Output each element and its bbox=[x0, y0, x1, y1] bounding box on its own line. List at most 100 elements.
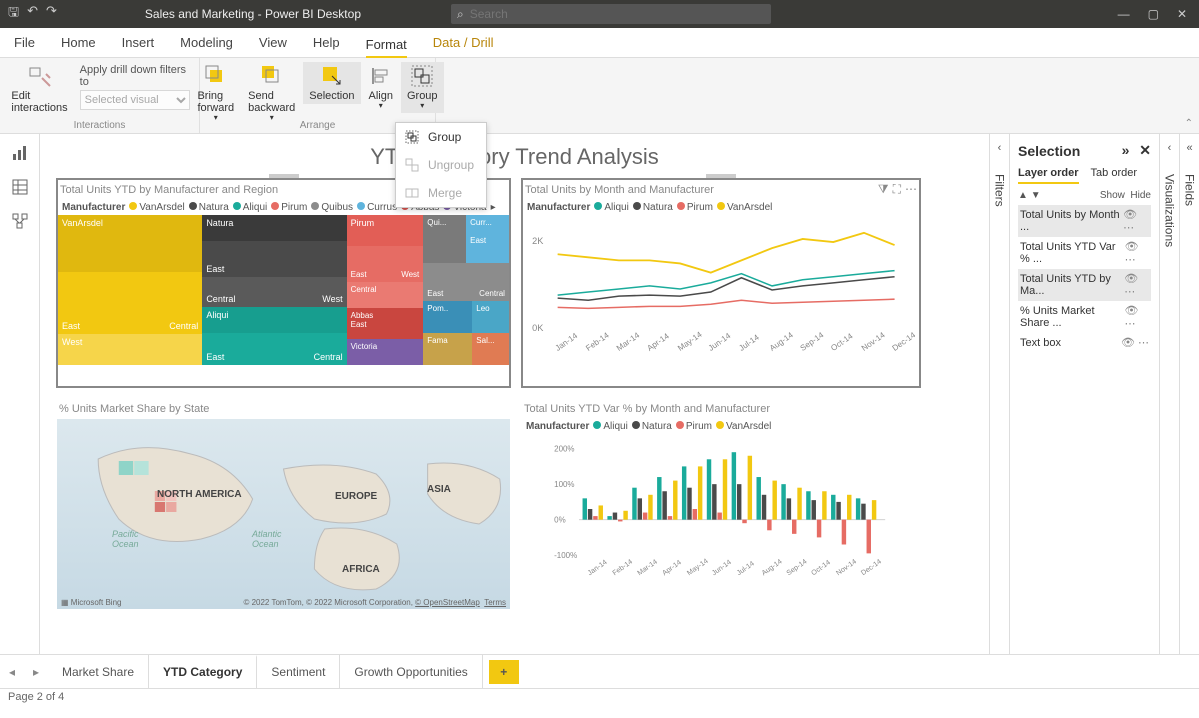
line-legend: Manufacturer Aliqui Natura Pirum VanArsd… bbox=[523, 200, 919, 215]
report-canvas[interactable]: YTD Category Trend Analysis Total Units … bbox=[40, 134, 989, 654]
svg-text:0K: 0K bbox=[532, 323, 544, 333]
menu-file[interactable]: File bbox=[14, 31, 35, 54]
svg-text:Feb-14: Feb-14 bbox=[611, 558, 634, 577]
selection-item[interactable]: Total Units YTD Var % ...👁 ⋯ bbox=[1018, 237, 1151, 269]
drag-handle[interactable] bbox=[269, 174, 299, 178]
undo-icon[interactable]: ↶ bbox=[27, 3, 38, 25]
save-icon[interactable]: 🖫 bbox=[8, 3, 19, 25]
svg-text:Jan-14: Jan-14 bbox=[586, 558, 608, 577]
send-backward-button[interactable]: Send backward▾ bbox=[242, 62, 301, 125]
more-icon[interactable]: ⋯ bbox=[905, 182, 917, 197]
svg-text:Mar-14: Mar-14 bbox=[636, 558, 659, 577]
expand-icon[interactable]: « bbox=[1186, 142, 1192, 154]
menu-help[interactable]: Help bbox=[313, 31, 340, 54]
selection-item[interactable]: % Units Market Share ...👁 ⋯ bbox=[1018, 301, 1151, 333]
align-icon bbox=[369, 64, 393, 88]
fields-rail[interactable]: « Fields bbox=[1179, 134, 1199, 654]
svg-text:-100%: -100% bbox=[554, 551, 577, 560]
group-dropdown: Group Ungroup Merge bbox=[395, 122, 487, 208]
titlebar: 🖫 ↶ ↷ Sales and Marketing - Power BI Des… bbox=[0, 0, 1199, 28]
viz-linechart[interactable]: ⧩ ⛶ ⋯ Total Units by Month and Manufactu… bbox=[521, 178, 921, 388]
svg-text:200%: 200% bbox=[554, 444, 574, 453]
selection-item[interactable]: Total Units YTD by Ma...👁 ⋯ bbox=[1018, 269, 1151, 301]
close-icon[interactable]: ✕ bbox=[1177, 7, 1187, 21]
align-button[interactable]: Align▾ bbox=[363, 62, 399, 113]
dropdown-group[interactable]: Group bbox=[396, 123, 486, 151]
report-view-icon[interactable] bbox=[11, 144, 29, 162]
menu-home[interactable]: Home bbox=[61, 31, 96, 54]
selection-item[interactable]: Total Units by Month ...👁 ⋯ bbox=[1018, 205, 1151, 237]
group-icon bbox=[410, 64, 434, 88]
data-view-icon[interactable] bbox=[11, 178, 29, 196]
move-down-icon[interactable]: ▼ bbox=[1031, 190, 1041, 201]
menu-insert[interactable]: Insert bbox=[122, 31, 155, 54]
svg-text:Jul-14: Jul-14 bbox=[737, 333, 761, 353]
visibility-icon: 👁 bbox=[1123, 209, 1137, 221]
filter-icon[interactable]: ⧩ bbox=[878, 182, 889, 197]
search-box[interactable]: ⌕ bbox=[451, 4, 771, 24]
ungroup-menu-icon bbox=[404, 157, 420, 173]
move-up-icon[interactable]: ▲ bbox=[1018, 190, 1028, 201]
map-body[interactable]: NORTH AMERICA EUROPE ASIA AFRICA Pacific… bbox=[57, 419, 510, 609]
drag-handle[interactable] bbox=[706, 174, 736, 178]
treemap-body[interactable]: VanArsdel EastCentral West Natura East C… bbox=[58, 215, 509, 365]
viz-treemap[interactable]: Total Units YTD by Manufacturer and Regi… bbox=[56, 178, 511, 388]
visualizations-rail[interactable]: ‹ Visualizations bbox=[1159, 134, 1179, 654]
group-menu-icon bbox=[404, 129, 420, 145]
ribbon: Edit interactions Apply drill down filte… bbox=[0, 58, 1199, 134]
pane-close-icon[interactable]: ✕ bbox=[1139, 142, 1151, 158]
menu-view[interactable]: View bbox=[259, 31, 287, 54]
edit-interactions-icon bbox=[28, 64, 52, 88]
menu-data-drill[interactable]: Data / Drill bbox=[433, 31, 494, 54]
add-page-button[interactable]: + bbox=[489, 660, 519, 684]
dropdown-ungroup: Ungroup bbox=[396, 151, 486, 179]
minimize-icon[interactable]: ― bbox=[1118, 7, 1130, 21]
svg-text:Oct-14: Oct-14 bbox=[829, 331, 855, 353]
svg-text:0%: 0% bbox=[554, 515, 566, 524]
menu-format[interactable]: Format bbox=[366, 33, 407, 59]
svg-text:May-14: May-14 bbox=[686, 557, 710, 577]
selection-item[interactable]: Text box👁 ⋯ bbox=[1018, 333, 1151, 352]
svg-text:Dec-14: Dec-14 bbox=[860, 557, 883, 577]
page-tab-sentiment[interactable]: Sentiment bbox=[257, 655, 340, 688]
viz-barchart[interactable]: Total Units YTD Var % by Month and Manuf… bbox=[521, 398, 921, 618]
focus-icon[interactable]: ⛶ bbox=[893, 182, 901, 197]
tab-tab-order[interactable]: Tab order bbox=[1091, 167, 1137, 184]
ribbon-collapse-icon[interactable]: ⌃ bbox=[1185, 118, 1193, 129]
selection-pane: Selection » ✕ Layer order Tab order ▲ ▼ … bbox=[1009, 134, 1159, 654]
search-icon: ⌕ bbox=[457, 7, 464, 22]
dropdown-merge: Merge bbox=[396, 179, 486, 207]
menubar: File Home Insert Modeling View Help Form… bbox=[0, 28, 1199, 58]
pane-expand-icon[interactable]: » bbox=[1122, 142, 1130, 158]
tab-layer-order[interactable]: Layer order bbox=[1018, 167, 1079, 184]
bing-logo: ▦ Microsoft Bing bbox=[61, 598, 121, 607]
search-input[interactable] bbox=[470, 7, 765, 21]
page-tab-ytd-category[interactable]: YTD Category bbox=[149, 655, 257, 688]
svg-text:Nov-14: Nov-14 bbox=[835, 557, 858, 577]
svg-text:Jul-14: Jul-14 bbox=[735, 560, 755, 578]
bring-forward-button[interactable]: Bring forward▾ bbox=[191, 62, 240, 125]
page-tab-growth[interactable]: Growth Opportunities bbox=[340, 655, 482, 688]
edit-interactions-button[interactable]: Edit interactions bbox=[5, 62, 73, 116]
selection-button[interactable]: Selection bbox=[303, 62, 360, 104]
view-rail bbox=[0, 134, 40, 654]
maximize-icon[interactable]: ▢ bbox=[1148, 7, 1159, 21]
merge-menu-icon bbox=[404, 185, 420, 201]
expand-icon[interactable]: ‹ bbox=[1168, 142, 1172, 154]
svg-text:2K: 2K bbox=[532, 236, 544, 246]
svg-text:Mar-14: Mar-14 bbox=[615, 330, 642, 352]
filters-rail[interactable]: ‹ Filters bbox=[989, 134, 1009, 654]
page-prev-icon[interactable]: ◂ bbox=[0, 665, 24, 679]
redo-icon[interactable]: ↷ bbox=[46, 3, 57, 25]
drill-filter-select[interactable]: Selected visual bbox=[80, 90, 190, 110]
svg-text:100%: 100% bbox=[554, 480, 574, 489]
page-tab-market-share[interactable]: Market Share bbox=[48, 655, 149, 688]
page-next-icon[interactable]: ▸ bbox=[24, 665, 48, 679]
menu-modeling[interactable]: Modeling bbox=[180, 31, 233, 54]
legend-next-icon[interactable]: ▸ bbox=[491, 202, 496, 213]
app-title: Sales and Marketing - Power BI Desktop bbox=[145, 7, 361, 21]
viz-map[interactable]: % Units Market Share by State NORTH AMER… bbox=[56, 398, 511, 618]
model-view-icon[interactable] bbox=[11, 212, 29, 230]
expand-icon[interactable]: ‹ bbox=[998, 142, 1002, 154]
group-button[interactable]: Group▾ bbox=[401, 62, 444, 113]
